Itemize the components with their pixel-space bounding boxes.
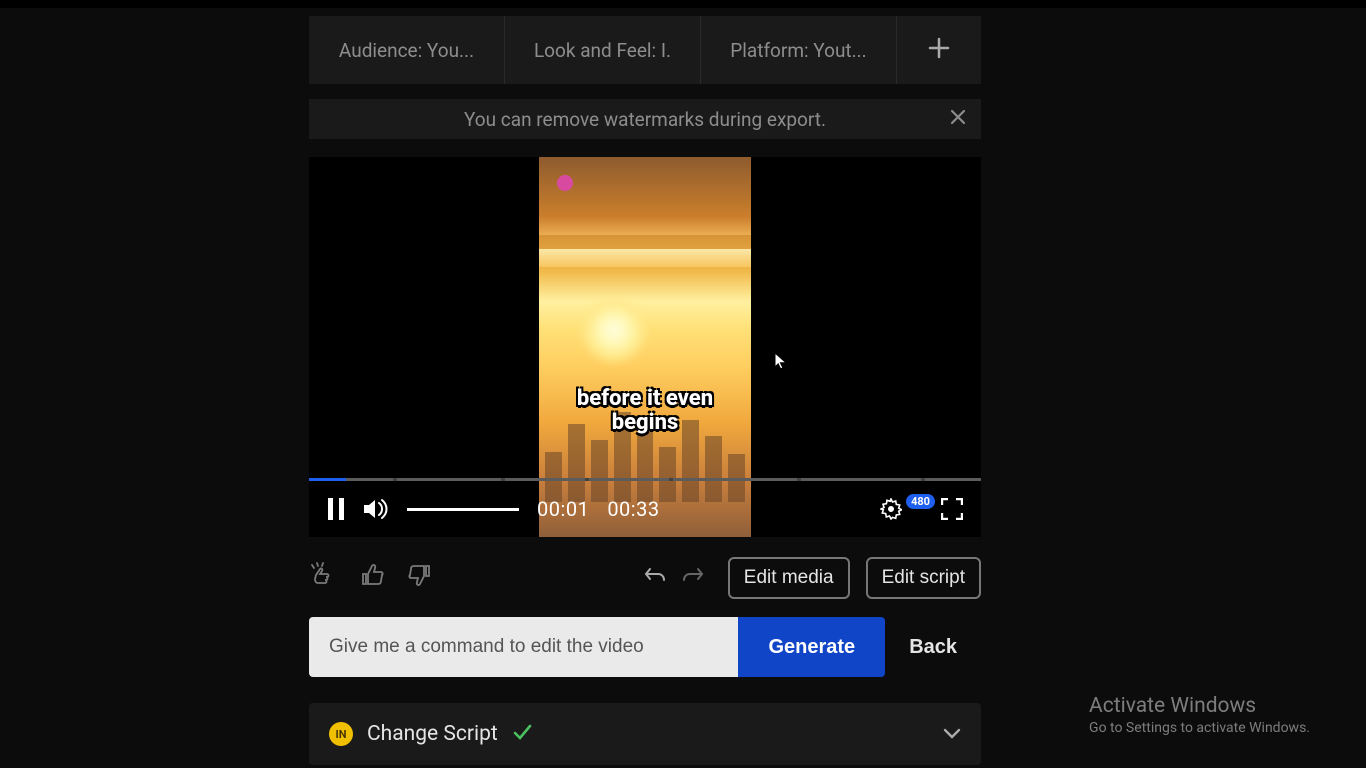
volume-icon[interactable]: [363, 498, 389, 520]
main-content: Audience: You... Look and Feel: I. Platf…: [309, 16, 981, 765]
tag-platform[interactable]: Platform: Yout...: [701, 16, 897, 84]
video-subtitle: before it even begins: [545, 387, 745, 435]
notice-text: You can remove watermarks during export.: [309, 108, 981, 131]
redo-icon[interactable]: [682, 565, 704, 591]
command-row: Generate Back: [309, 617, 981, 677]
fullscreen-icon[interactable]: [941, 498, 963, 520]
chevron-down-icon[interactable]: [943, 725, 961, 744]
pause-icon[interactable]: [327, 497, 345, 521]
tag-look-and-feel[interactable]: Look and Feel: I.: [505, 16, 701, 84]
quality-badge: 480: [906, 494, 935, 509]
windows-activation-overlay: Activate Windows Go to Settings to activ…: [1089, 694, 1310, 736]
action-row: Edit media Edit script: [309, 557, 981, 599]
watermark-notice: You can remove watermarks during export.: [309, 99, 981, 139]
avatar: IN: [329, 722, 353, 746]
current-time: 00:01: [537, 497, 589, 521]
activation-title: Activate Windows: [1089, 694, 1310, 718]
tag-audience[interactable]: Audience: You...: [309, 16, 505, 84]
undo-icon[interactable]: [644, 565, 666, 591]
settings-icon[interactable]: 480: [880, 498, 931, 520]
tag-row: Audience: You... Look and Feel: I. Platf…: [309, 16, 981, 84]
check-icon: [512, 722, 532, 746]
close-icon[interactable]: [949, 108, 967, 130]
volume-slider[interactable]: [407, 508, 519, 511]
change-script-label: Change Script: [367, 722, 498, 746]
watermark-icon: [557, 175, 573, 191]
change-script-card[interactable]: IN Change Script: [309, 703, 981, 765]
edit-script-button[interactable]: Edit script: [866, 557, 981, 599]
thumbs-down-icon[interactable]: [407, 562, 433, 594]
plus-icon: [928, 37, 950, 64]
cursor-icon: [774, 352, 788, 374]
video-preview[interactable]: before it even begins 00:01 00:33: [309, 157, 981, 537]
video-controls: 00:01 00:33 480: [309, 481, 981, 537]
edit-media-button[interactable]: Edit media: [728, 557, 850, 599]
applause-icon[interactable]: [309, 562, 337, 594]
back-button[interactable]: Back: [885, 617, 981, 677]
total-time: 00:33: [607, 497, 659, 521]
command-input[interactable]: [309, 617, 738, 677]
add-tag-button[interactable]: [897, 16, 981, 84]
generate-button[interactable]: Generate: [738, 617, 885, 677]
activation-subtitle: Go to Settings to activate Windows.: [1089, 720, 1310, 736]
thumbs-up-icon[interactable]: [359, 562, 385, 594]
